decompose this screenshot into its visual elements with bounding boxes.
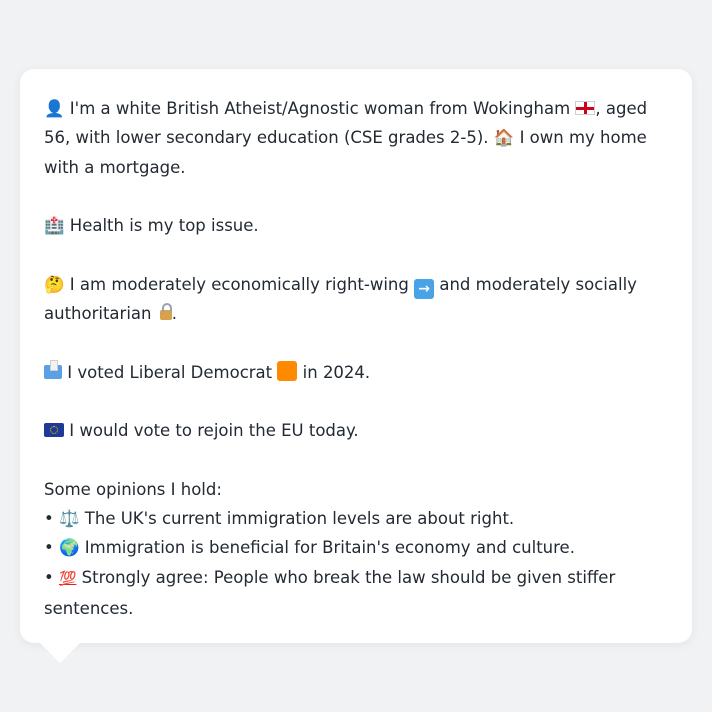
opinion-text: Strongly agree: People who break the law… [44,567,616,619]
eu-paragraph: I would vote to rejoin the EU today. [44,416,672,445]
opinion-item: • 💯 Strongly agree: People who break the… [44,563,672,624]
intro-paragraph: 👤 I'm a white British Atheist/Agnostic w… [44,94,672,182]
health-text: Health is my top issue. [64,216,259,236]
opinion-text: Immigration is beneficial for Britain's … [79,538,575,558]
scales-icon: ⚖️ [58,509,80,529]
eu-flag-icon [44,423,64,438]
thinking-face-icon: 🤔 [44,274,65,294]
persona-message-bubble: 👤 I'm a white British Atheist/Agnostic w… [20,69,692,643]
opinions-section: Some opinions I hold: • ⚖️ The UK's curr… [44,475,672,623]
ballot-box-icon [44,359,62,379]
intro-text: I'm a white British Atheist/Agnostic wom… [69,99,571,118]
bullet: • [44,567,54,587]
right-arrow-icon: → [414,278,435,299]
vote-year-text: in 2024. [297,362,371,382]
england-flag-icon [575,101,596,115]
opinion-text: The UK's current immigration levels are … [79,509,515,529]
economic-text: I am moderately economically right-wing [64,274,409,294]
eu-text: I would vote to rejoin the EU today. [64,421,359,441]
vote-text: I voted Liberal Democrat [62,362,273,382]
position-end-text: . [171,304,177,324]
lock-icon [159,303,172,321]
opinion-item: • ⚖️ The UK's current immigration levels… [44,504,672,533]
opinion-item: • 🌍 Immigration is beneficial for Britai… [44,533,672,562]
orange-square-icon [277,360,298,381]
person-icon: 👤 [44,99,65,118]
persona-text: 👤 I'm a white British Atheist/Agnostic w… [44,94,672,623]
bubble-tail [40,643,80,663]
political-position-paragraph: 🤔 I am moderately economically right-win… [44,270,672,329]
bullet: • [44,538,54,558]
bullet: • [44,509,54,529]
opinions-heading: Some opinions I hold: [44,479,222,499]
hospital-icon: 🏥 [44,216,65,236]
vote-paragraph: I voted Liberal Democrat in 2024. [44,358,672,387]
globe-icon: 🌍 [58,538,80,558]
health-paragraph: 🏥 Health is my top issue. [44,211,672,240]
hundred-points-icon: 💯 [58,570,77,587]
house-icon: 🏠 [493,128,515,148]
